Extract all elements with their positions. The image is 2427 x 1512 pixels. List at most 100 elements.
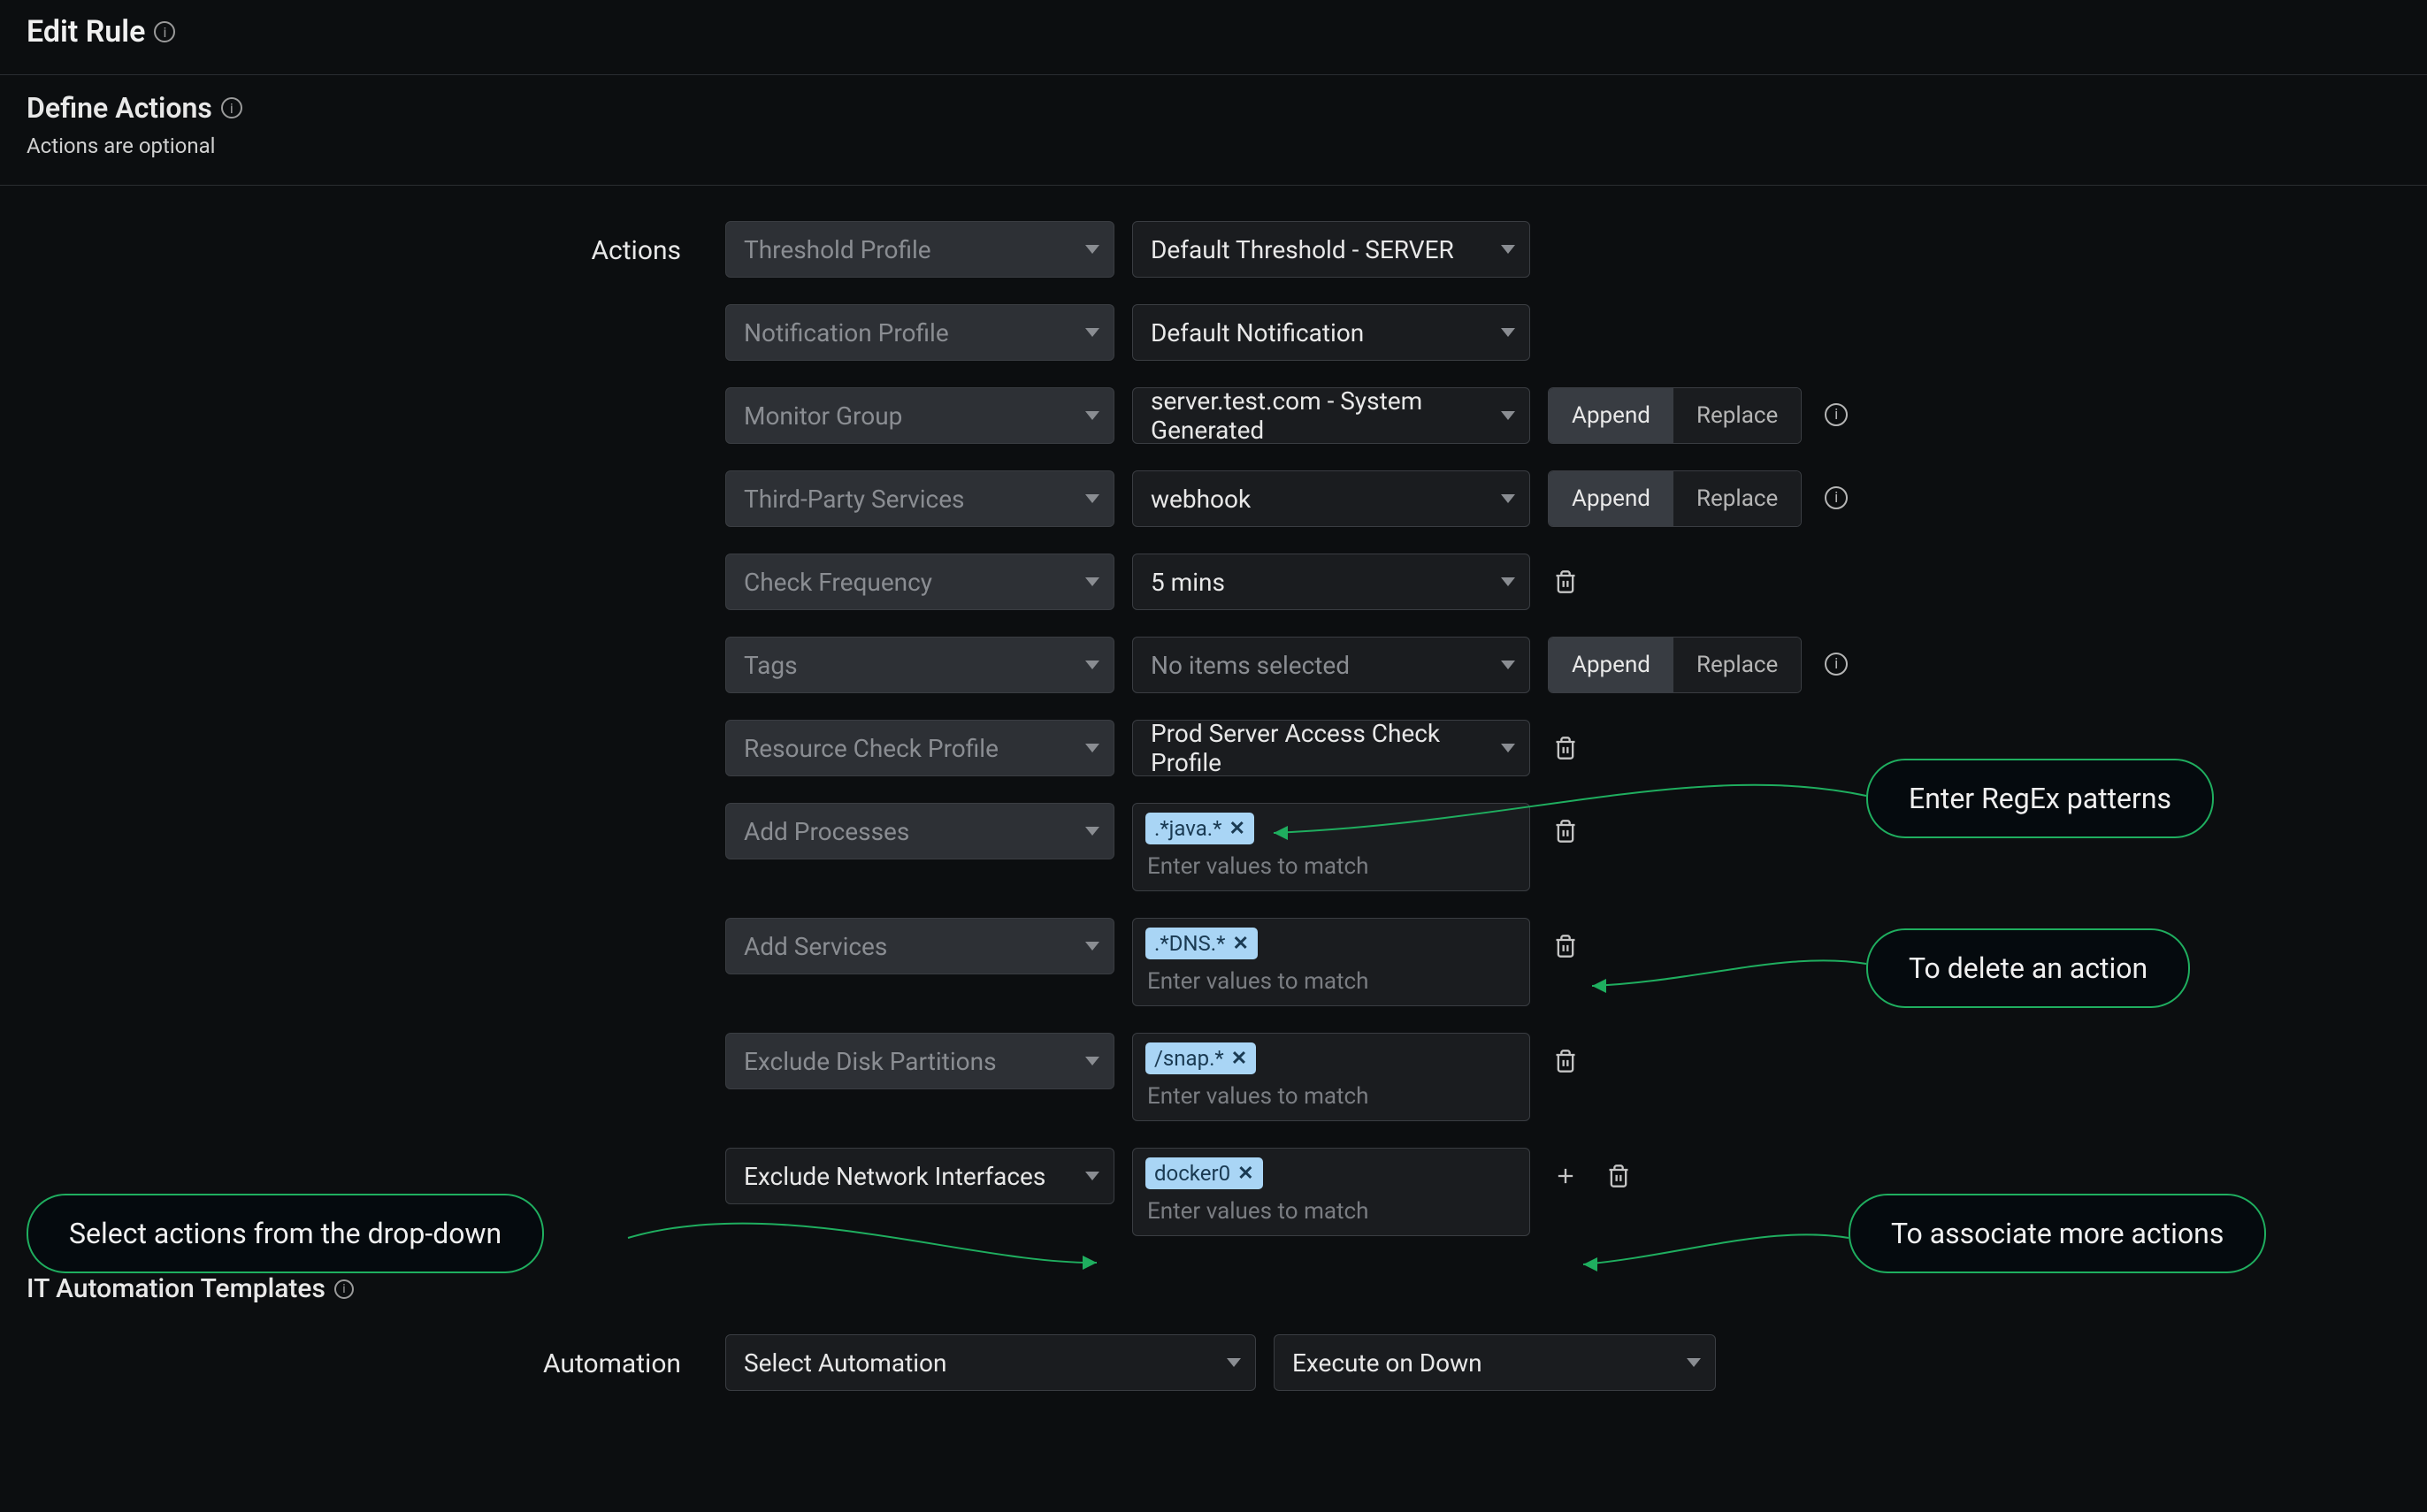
row-tags: Tags No items selected Append Replace i bbox=[27, 637, 2427, 693]
automation-label: Automation bbox=[27, 1334, 708, 1379]
execute-on-select[interactable]: Execute on Down bbox=[1274, 1334, 1716, 1391]
monitor-group-value: server.test.com - System Generated bbox=[1151, 386, 1490, 445]
threshold-value-select[interactable]: Default Threshold - SERVER bbox=[1132, 221, 1530, 278]
append-replace-toggle: Append Replace bbox=[1548, 470, 1802, 527]
info-wrapper: i bbox=[1825, 653, 1848, 676]
services-tag-input[interactable]: .*DNS.* ✕ Enter values to match bbox=[1132, 918, 1530, 1006]
third-party-value-select[interactable]: webhook bbox=[1132, 470, 1530, 527]
chevron-down-icon bbox=[1501, 661, 1515, 669]
page-title-row: Edit Rule i bbox=[27, 14, 175, 50]
action-key-value: Add Services bbox=[744, 932, 887, 961]
replace-button[interactable]: Replace bbox=[1673, 638, 1801, 692]
action-key-select[interactable]: Threshold Profile bbox=[725, 221, 1114, 278]
tag-text: /snap.* bbox=[1154, 1046, 1224, 1071]
replace-button[interactable]: Replace bbox=[1673, 471, 1801, 526]
tag-row: .*java.* ✕ bbox=[1145, 813, 1517, 844]
info-icon[interactable]: i bbox=[221, 97, 242, 118]
action-key-value: Tags bbox=[744, 651, 798, 680]
delete-icon[interactable] bbox=[1548, 813, 1583, 849]
delete-icon[interactable] bbox=[1548, 564, 1583, 599]
action-key-select[interactable]: Check Frequency bbox=[725, 554, 1114, 610]
regex-tag: /snap.* ✕ bbox=[1145, 1042, 1256, 1074]
it-automation-title: IT Automation Templates bbox=[27, 1273, 325, 1304]
row-notification-profile: Notification Profile Default Notificatio… bbox=[27, 304, 2427, 361]
regex-tag: .*java.* ✕ bbox=[1145, 813, 1254, 844]
delete-icon[interactable] bbox=[1601, 1158, 1636, 1194]
action-key-select[interactable]: Third-Party Services bbox=[725, 470, 1114, 527]
threshold-value: Default Threshold - SERVER bbox=[1151, 235, 1454, 264]
info-icon[interactable]: i bbox=[334, 1279, 354, 1299]
info-icon[interactable]: i bbox=[1825, 653, 1848, 676]
append-replace-toggle: Append Replace bbox=[1548, 637, 1802, 693]
chevron-down-icon bbox=[1501, 411, 1515, 420]
define-actions-header: Define Actions i Actions are optional bbox=[0, 75, 2427, 186]
row-threshold-profile: Actions Threshold Profile Default Thresh… bbox=[27, 221, 2427, 278]
remove-tag-icon[interactable]: ✕ bbox=[1231, 1048, 1247, 1070]
remove-tag-icon[interactable]: ✕ bbox=[1232, 933, 1248, 955]
delete-icon[interactable] bbox=[1548, 1043, 1583, 1079]
action-key-select[interactable]: Resource Check Profile bbox=[725, 720, 1114, 776]
tag-placeholder: Enter values to match bbox=[1145, 848, 1517, 889]
tag-placeholder: Enter values to match bbox=[1145, 1193, 1517, 1233]
delete-icon[interactable] bbox=[1548, 928, 1583, 964]
tag-placeholder: Enter values to match bbox=[1145, 963, 1517, 1004]
page-header: Edit Rule i bbox=[0, 0, 2427, 75]
tags-value-select[interactable]: No items selected bbox=[1132, 637, 1530, 693]
info-wrapper: i bbox=[1825, 403, 1848, 426]
chevron-down-icon bbox=[1085, 827, 1099, 836]
page-root: Edit Rule i Define Actions i Actions are… bbox=[0, 0, 2427, 1512]
action-key-value: Check Frequency bbox=[744, 568, 932, 597]
info-icon[interactable]: i bbox=[154, 21, 175, 42]
row-third-party: Third-Party Services webhook Append Repl… bbox=[27, 470, 2427, 527]
remove-tag-icon[interactable]: ✕ bbox=[1229, 818, 1244, 840]
network-tag-input[interactable]: docker0 ✕ Enter values to match bbox=[1132, 1148, 1530, 1236]
tag-row: /snap.* ✕ bbox=[1145, 1042, 1517, 1074]
check-freq-value-select[interactable]: 5 mins bbox=[1132, 554, 1530, 610]
actions-form: Actions Threshold Profile Default Thresh… bbox=[0, 186, 2427, 1236]
chevron-down-icon bbox=[1085, 744, 1099, 752]
disk-tag-input[interactable]: /snap.* ✕ Enter values to match bbox=[1132, 1033, 1530, 1121]
tag-text: .*DNS.* bbox=[1154, 931, 1225, 956]
action-key-value: Exclude Network Interfaces bbox=[744, 1162, 1045, 1191]
chevron-down-icon bbox=[1085, 1057, 1099, 1065]
processes-tag-input[interactable]: .*java.* ✕ Enter values to match bbox=[1132, 803, 1530, 891]
action-key-select[interactable]: Notification Profile bbox=[725, 304, 1114, 361]
action-key-value: Threshold Profile bbox=[744, 235, 931, 264]
select-automation[interactable]: Select Automation bbox=[725, 1334, 1256, 1391]
chevron-down-icon bbox=[1085, 411, 1099, 420]
action-key-value: Third-Party Services bbox=[744, 485, 965, 514]
append-button[interactable]: Append bbox=[1549, 471, 1673, 526]
action-key-select[interactable]: Add Processes bbox=[725, 803, 1114, 859]
remove-tag-icon[interactable]: ✕ bbox=[1237, 1163, 1253, 1185]
action-key-value: Exclude Disk Partitions bbox=[744, 1047, 997, 1076]
define-actions-title: Define Actions bbox=[27, 91, 212, 125]
delete-icon[interactable] bbox=[1548, 730, 1583, 766]
info-icon[interactable]: i bbox=[1825, 403, 1848, 426]
replace-button[interactable]: Replace bbox=[1673, 388, 1801, 443]
it-automation-title-row: IT Automation Templates i bbox=[27, 1273, 354, 1304]
append-button[interactable]: Append bbox=[1549, 638, 1673, 692]
action-key-select[interactable]: Exclude Network Interfaces bbox=[725, 1148, 1114, 1204]
tags-value: No items selected bbox=[1151, 651, 1350, 680]
select-automation-value: Select Automation bbox=[744, 1348, 946, 1378]
info-icon[interactable]: i bbox=[1825, 486, 1848, 509]
action-key-select[interactable]: Tags bbox=[725, 637, 1114, 693]
action-key-value: Resource Check Profile bbox=[744, 734, 999, 763]
resource-check-value-select[interactable]: Prod Server Access Check Profile bbox=[1132, 720, 1530, 776]
action-key-select[interactable]: Add Services bbox=[725, 918, 1114, 974]
define-actions-title-row: Define Actions i bbox=[27, 91, 242, 125]
chevron-down-icon bbox=[1085, 245, 1099, 254]
action-key-select[interactable]: Exclude Disk Partitions bbox=[725, 1033, 1114, 1089]
notification-value-select[interactable]: Default Notification bbox=[1132, 304, 1530, 361]
add-icon[interactable] bbox=[1548, 1158, 1583, 1194]
append-button[interactable]: Append bbox=[1549, 388, 1673, 443]
action-key-select[interactable]: Monitor Group bbox=[725, 387, 1114, 444]
actions-label: Actions bbox=[27, 221, 708, 266]
chevron-down-icon bbox=[1501, 328, 1515, 337]
action-key-value: Notification Profile bbox=[744, 318, 949, 347]
tag-row: .*DNS.* ✕ bbox=[1145, 928, 1517, 959]
check-freq-value: 5 mins bbox=[1151, 568, 1225, 597]
monitor-group-value-select[interactable]: server.test.com - System Generated bbox=[1132, 387, 1530, 444]
callout-more-actions: To associate more actions bbox=[1849, 1194, 2266, 1273]
chevron-down-icon bbox=[1085, 942, 1099, 951]
